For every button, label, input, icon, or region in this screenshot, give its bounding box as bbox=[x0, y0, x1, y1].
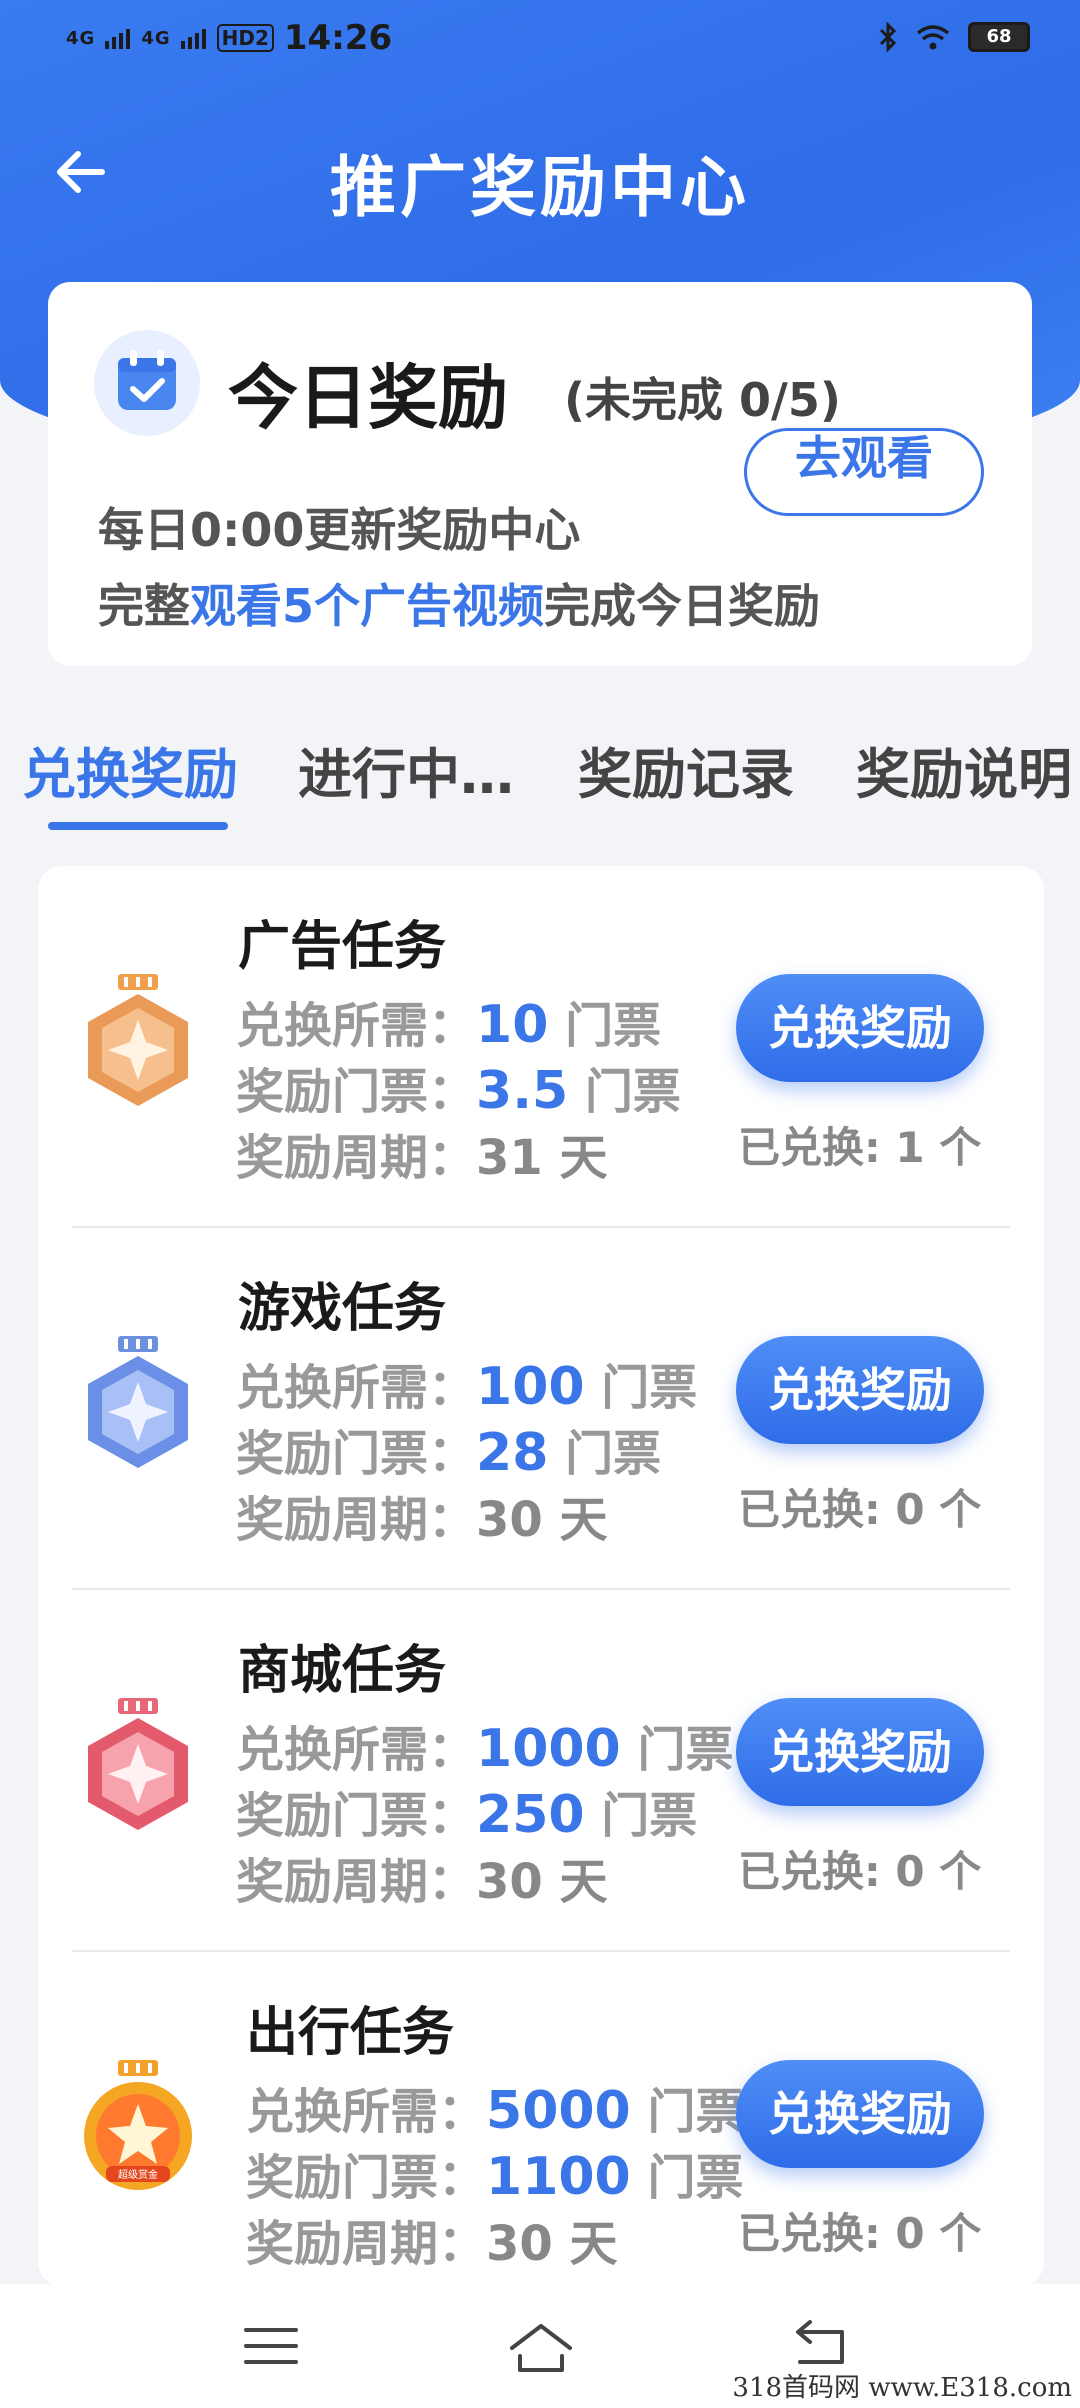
task-cost-value: 1000 bbox=[476, 1719, 621, 1779]
task-cycle-row: 奖励周期：30 天 bbox=[236, 1854, 608, 1910]
task-cost-row: 兑换所需：100 门票 bbox=[236, 1357, 698, 1417]
bronze-medal-icon bbox=[88, 974, 188, 1106]
svg-text:超级赏金: 超级赏金 bbox=[118, 2168, 158, 2181]
wifi-icon bbox=[916, 25, 950, 50]
calendar-check-icon bbox=[94, 330, 200, 436]
bluetooth-icon bbox=[879, 22, 897, 52]
status-right: 68 bbox=[878, 22, 1030, 52]
tab-redeem[interactable]: 兑换奖励 bbox=[22, 730, 238, 809]
redeem-button[interactable]: 兑换奖励 bbox=[736, 1698, 984, 1806]
task-cycle-row: 奖励周期：31 天 bbox=[236, 1130, 608, 1186]
redeemed-count: 已兑换: 0 个 bbox=[738, 1485, 982, 1534]
signal-bars-icon bbox=[180, 29, 206, 49]
task-reward-row: 奖励门票：28 门票 bbox=[236, 1423, 662, 1483]
task-item: 游戏任务 兑换所需：100 门票 奖励门票：28 门票 奖励周期：30 天 兑换… bbox=[38, 1228, 1044, 1590]
redeemed-count: 已兑换: 1 个 bbox=[738, 1123, 982, 1172]
hint-suffix: 完成今日奖励 bbox=[544, 579, 821, 633]
task-reward-value: 28 bbox=[476, 1423, 549, 1483]
task-name: 游戏任务 bbox=[238, 1279, 447, 1339]
signal-4g-1: 4G bbox=[66, 27, 96, 49]
task-cost-value: 100 bbox=[476, 1357, 585, 1417]
task-reward-value: 1100 bbox=[486, 2147, 631, 2207]
task-cycle-row: 奖励周期：30 天 bbox=[236, 1492, 608, 1548]
signal-4g-2: 4G bbox=[141, 27, 171, 49]
hint-highlight: 观看5个广告视频 bbox=[190, 579, 545, 633]
blue-medal-icon bbox=[88, 1336, 188, 1468]
gold-medal-icon: 超级赏金 bbox=[84, 2060, 192, 2190]
task-cycle-value: 31 bbox=[476, 1130, 543, 1186]
task-cost-value: 5000 bbox=[486, 2081, 631, 2141]
watch-ad-button[interactable]: 去观看 bbox=[744, 428, 984, 516]
redeem-button[interactable]: 兑换奖励 bbox=[736, 1336, 984, 1444]
redeemed-count: 已兑换: 0 个 bbox=[738, 1847, 982, 1896]
menu-icon[interactable] bbox=[236, 2314, 306, 2378]
task-cycle-row: 奖励周期：30 天 bbox=[246, 2216, 618, 2272]
active-tab-indicator bbox=[48, 822, 228, 830]
redeemed-count: 已兑换: 0 个 bbox=[738, 2209, 982, 2258]
today-reward-title: 今日奖励 bbox=[228, 357, 508, 439]
task-reward-row: 奖励门票：250 门票 bbox=[236, 1785, 698, 1845]
reset-time-text: 每日0:00更新奖励中心 bbox=[98, 503, 581, 557]
tab-records[interactable]: 奖励记录 bbox=[578, 730, 794, 809]
task-list: 广告任务 兑换所需：10 门票 奖励门票：3.5 门票 奖励周期：31 天 兑换… bbox=[38, 866, 1044, 2286]
hint-prefix: 完整 bbox=[98, 579, 190, 633]
task-cost-row: 兑换所需：5000 门票 bbox=[246, 2081, 744, 2141]
task-cost-row: 兑换所需：10 门票 bbox=[236, 995, 662, 1055]
tab-in-progress[interactable]: 进行中… bbox=[298, 730, 514, 809]
redeem-button[interactable]: 兑换奖励 bbox=[736, 2060, 984, 2168]
task-name: 商城任务 bbox=[238, 1641, 447, 1701]
task-cycle-value: 30 bbox=[476, 1492, 543, 1548]
status-bar: 4G 4G HD2 14:26 68 bbox=[0, 0, 1080, 80]
task-cycle-value: 30 bbox=[486, 2216, 553, 2272]
task-cost-value: 10 bbox=[476, 995, 549, 1055]
hd-voice-badge: HD2 bbox=[216, 24, 274, 52]
task-reward-row: 奖励门票：3.5 门票 bbox=[236, 1061, 681, 1121]
task-item: 超级赏金 出行任务 兑换所需：5000 门票 奖励门票：1100 门票 奖励周期… bbox=[38, 1952, 1044, 2286]
task-name: 广告任务 bbox=[238, 917, 447, 977]
task-reward-value: 250 bbox=[476, 1785, 585, 1845]
signal-bars-icon bbox=[105, 29, 131, 49]
status-time: 14:26 bbox=[283, 18, 393, 58]
redeem-button[interactable]: 兑换奖励 bbox=[736, 974, 984, 1082]
task-item: 广告任务 兑换所需：10 门票 奖励门票：3.5 门票 奖励周期：31 天 兑换… bbox=[38, 866, 1044, 1228]
task-reward-value: 3.5 bbox=[476, 1061, 569, 1121]
task-cost-row: 兑换所需：1000 门票 bbox=[236, 1719, 734, 1779]
today-reward-status: (未完成 0/5) bbox=[564, 373, 841, 427]
status-left: 4G 4G HD2 14:26 bbox=[66, 18, 392, 58]
home-icon[interactable] bbox=[506, 2314, 576, 2378]
today-reward-card: 今日奖励 (未完成 0/5) 去观看 每日0:00更新奖励中心 完整观看5个广告… bbox=[48, 282, 1032, 666]
battery-indicator: 68 bbox=[968, 22, 1030, 52]
task-cycle-value: 30 bbox=[476, 1854, 543, 1910]
tab-bar: 兑换奖励 进行中… 奖励记录 奖励说明 bbox=[0, 730, 1080, 840]
pink-medal-icon bbox=[88, 1698, 188, 1830]
page-title: 推广奖励中心 bbox=[330, 149, 750, 226]
task-hint-text: 完整观看5个广告视频完成今日奖励 bbox=[98, 570, 820, 636]
task-reward-row: 奖励门票：1100 门票 bbox=[246, 2147, 744, 2207]
task-item: 商城任务 兑换所需：1000 门票 奖励门票：250 门票 奖励周期：30 天 … bbox=[38, 1590, 1044, 1952]
task-name: 出行任务 bbox=[246, 2003, 455, 2063]
watermark-text: 318首码网 www.E318.com bbox=[732, 2373, 1072, 2403]
tab-instructions[interactable]: 奖励说明 bbox=[856, 730, 1072, 809]
nav-bar: 推广奖励中心 bbox=[0, 120, 1080, 230]
